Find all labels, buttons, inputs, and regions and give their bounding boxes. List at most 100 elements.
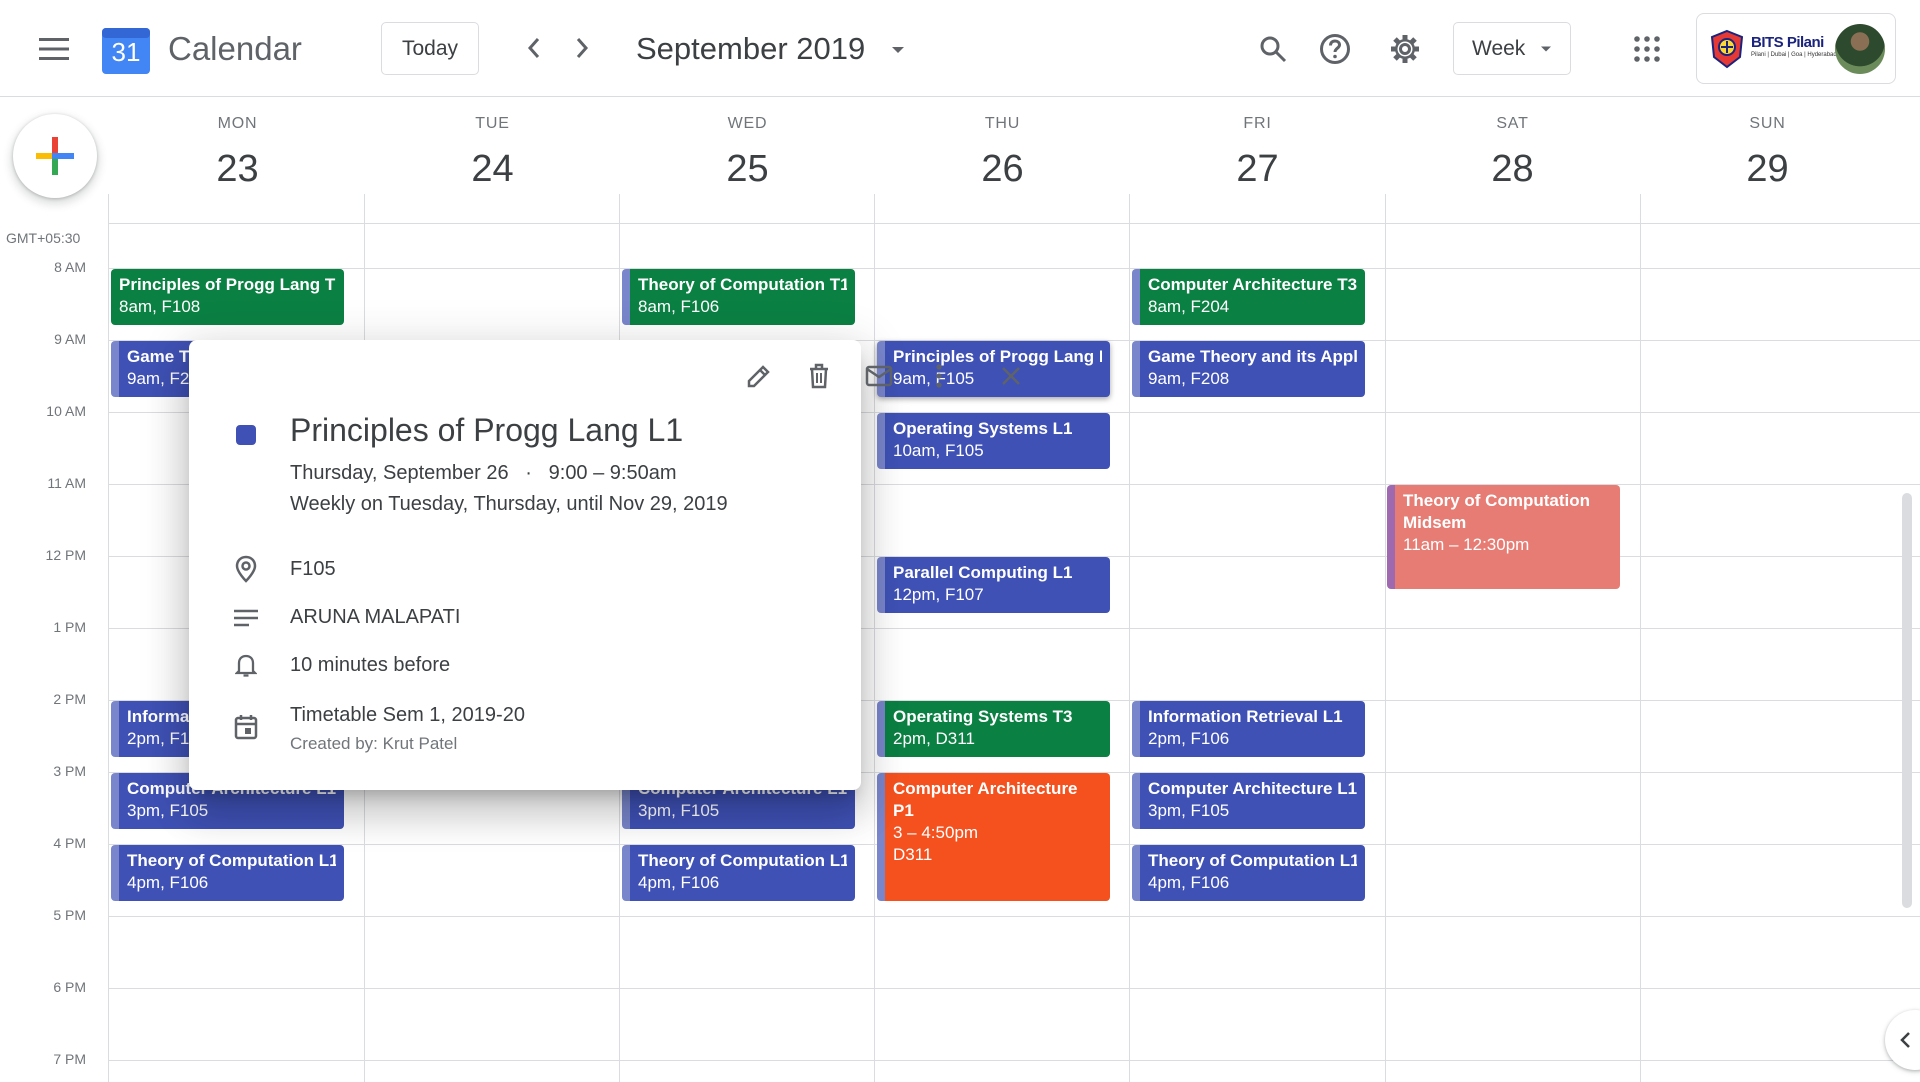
delete-event-button[interactable] [795,352,843,400]
event-time: 12pm, F107 [893,585,984,604]
more-options-button[interactable] [915,352,963,400]
hour-label: 12 PM [45,547,86,563]
close-popup-button[interactable] [987,352,1035,400]
next-week-button[interactable] [558,24,606,72]
day-of-week: WED [727,115,768,132]
event-title: Principles of Progg Lang T1 [119,275,336,294]
grid-scrollbar[interactable] [1902,493,1912,908]
event-title: Computer Architecture P1 [893,779,1078,820]
month-dropdown-icon[interactable] [886,38,910,62]
chevron-left-icon [527,38,540,58]
event-chip[interactable]: Computer Architecture P1 3 – 4:50pm D311 [877,773,1110,901]
email-guests-button[interactable] [855,352,903,400]
hour-line [108,268,1920,269]
event-location: D311 [893,845,933,864]
help-button[interactable] [1310,24,1360,74]
settings-button[interactable] [1380,24,1430,74]
day-number[interactable]: 25 [620,147,875,191]
hour-label: 11 AM [47,475,86,491]
event-chip[interactable]: Theory of Computation T1 8am, F106 [622,269,855,325]
app-title: Calendar [168,30,302,67]
event-chip[interactable]: Theory of Computation L1 4pm, F106 [622,845,855,901]
event-time: 8am, F106 [638,297,720,316]
previous-week-button[interactable] [510,24,558,72]
event-chip[interactable]: Principles of Progg Lang T1 8am, F108 [111,269,344,325]
event-time: 4pm, F106 [127,873,209,892]
event-chip[interactable]: Theory of Computation L1 4pm, F106 [1132,845,1365,901]
event-time: 2pm, F106 [1148,729,1230,748]
column-divider [108,194,109,224]
search-button[interactable] [1248,24,1298,74]
day-header-tue[interactable]: TUE 24 [365,115,620,191]
today-button[interactable]: Today [381,22,479,75]
current-month-label[interactable]: September 2019 [636,28,865,70]
event-chip[interactable]: Operating Systems L1 10am, F105 [877,413,1110,469]
event-title: Parallel Computing L1 [893,563,1073,582]
event-color-swatch [236,425,256,445]
day-number[interactable]: 23 [110,147,365,191]
event-title: Game Theory and its Applic [1148,347,1357,366]
event-chip[interactable]: Theory of Computation Midsem 11am – 12:3… [1387,485,1620,589]
day-number[interactable]: 27 [1130,147,1385,191]
day-header-sat[interactable]: SAT 28 [1385,115,1640,191]
account-switcher[interactable]: BITS Pilani Pilani | Dubai | Goa | Hyder… [1696,13,1896,84]
event-chip[interactable]: Parallel Computing L1 12pm, F107 [877,557,1110,613]
day-number[interactable]: 28 [1385,147,1640,191]
day-header-mon[interactable]: MON 23 [110,115,365,191]
day-number[interactable]: 24 [365,147,620,191]
day-header-fri[interactable]: FRI 27 [1130,115,1385,191]
main-menu-button[interactable] [30,25,78,73]
column-divider [1385,194,1386,224]
event-chip[interactable]: Operating Systems T3 2pm, D311 [877,701,1110,757]
help-icon [1320,34,1350,64]
popup-event-location: F105 [290,558,336,580]
hour-label: 10 AM [46,403,86,419]
calendar-icon [232,713,260,741]
day-of-week: THU [984,115,1021,132]
popup-event-description: ARUNA MALAPATI [290,606,461,628]
google-apps-button[interactable] [1622,24,1672,74]
event-chip[interactable]: Information Retrieval L1 2pm, F106 [1132,701,1365,757]
event-title: Theory of Computation L1 [127,851,336,870]
hour-label: 5 PM [53,907,86,923]
day-of-week: SAT [1496,115,1529,132]
description-icon [232,604,260,632]
event-chip[interactable]: Computer Architecture T3 8am, F204 [1132,269,1365,325]
trash-icon [810,363,828,389]
event-time: 8am, F108 [119,297,201,316]
hour-label: 1 PM [53,619,86,635]
column-divider [619,194,620,224]
event-time: 3pm, F105 [127,801,209,820]
view-selector[interactable]: Week [1453,22,1571,75]
hour-line [108,988,1920,989]
event-chip[interactable]: Game Theory and its Applic 9am, F208 [1132,341,1365,397]
hamburger-icon [39,38,69,60]
popup-event-title: Principles of Progg Lang L1 [290,412,684,448]
event-chip[interactable]: Computer Architecture L1 3pm, F105 [1132,773,1365,829]
close-icon [1002,367,1020,385]
event-time: 9am, F208 [1148,369,1230,388]
edit-event-button[interactable] [735,352,783,400]
day-number[interactable]: 29 [1640,147,1895,191]
day-header-thu[interactable]: THU 26 [875,115,1130,191]
plus-icon [36,137,74,175]
popup-event-reminder: 10 minutes before [290,654,451,676]
hour-line [108,916,1920,917]
event-time: 3pm, F105 [1148,801,1230,820]
event-title: Computer Architecture L1 [1148,779,1357,798]
popup-event-recurrence: Weekly on Tuesday, Thursday, until Nov 2… [290,493,728,515]
location-pin-icon [232,555,260,583]
gear-icon [1391,35,1419,63]
hour-line [108,1060,1920,1061]
column-divider [1640,194,1641,224]
day-header-sun[interactable]: SUN 29 [1640,115,1895,191]
org-name: BITS Pilani [1751,34,1824,51]
event-chip[interactable]: Theory of Computation L1 4pm, F106 [111,845,344,901]
calendar-logo-icon[interactable]: 31 [102,24,150,74]
user-avatar[interactable] [1835,24,1885,74]
day-header-wed[interactable]: WED 25 [620,115,875,191]
org-campuses: Pilani | Dubai | Goa | Hyderabad [1751,52,1837,58]
event-time: 8am, F204 [1148,297,1230,316]
create-event-button[interactable] [13,114,97,198]
day-number[interactable]: 26 [875,147,1130,191]
